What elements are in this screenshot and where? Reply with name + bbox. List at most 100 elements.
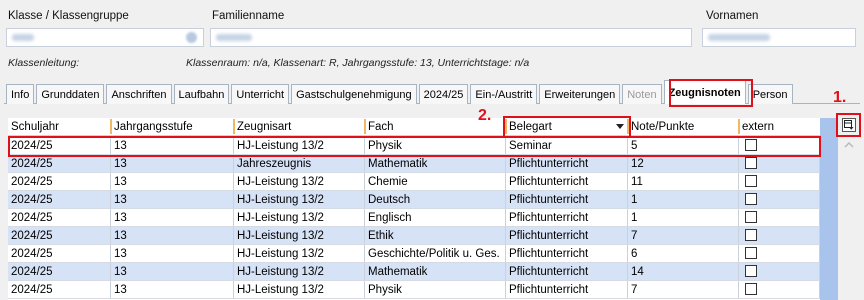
tab-laufbahn[interactable]: Laufbahn	[173, 84, 230, 104]
table-row[interactable]: 2024/25 13 Jahreszeugnis Mathematik Pflichtu…	[8, 155, 820, 173]
column-header-note-punkte[interactable]: Note/Punkte	[628, 118, 739, 135]
extern-checkbox[interactable]	[745, 157, 757, 169]
table-row[interactable]: 2024/25 13 HJ-Leistung 13/2 Deutsch Pflichtu…	[8, 191, 820, 209]
cell-belegart[interactable]: Pflichtunterricht	[506, 245, 628, 262]
cell-schuljahr[interactable]: 2024/25	[8, 263, 111, 280]
cell-fach[interactable]: Mathematik	[365, 155, 506, 172]
tab-2024-25[interactable]: 2024/25	[418, 84, 469, 104]
cell-jahrgangsstufe[interactable]: 13	[111, 281, 234, 298]
cell-schuljahr[interactable]: 2024/25	[8, 137, 111, 154]
cell-fach[interactable]: Ethik	[365, 227, 506, 244]
vornamen-field[interactable]	[702, 28, 856, 47]
table-row[interactable]: 2024/25 13 HJ-Leistung 13/2 Ethik Pflichtunt…	[8, 227, 820, 245]
cell-zeugnisart[interactable]: HJ-Leistung 13/2	[234, 263, 365, 280]
cell-fach[interactable]: Mathematik	[365, 263, 506, 280]
cell-zeugnisart[interactable]: HJ-Leistung 13/2	[234, 245, 365, 262]
tab-person[interactable]: Person	[747, 84, 793, 104]
column-separator[interactable]	[110, 119, 112, 134]
klasse-field[interactable]	[6, 28, 204, 47]
vertical-scrollbar[interactable]	[840, 135, 858, 300]
cell-belegart[interactable]: Pflichtunterricht	[506, 227, 628, 244]
cell-belegart[interactable]: Pflichtunterricht	[506, 263, 628, 280]
column-header-schuljahr[interactable]: Schuljahr	[8, 118, 111, 135]
cell-fach[interactable]: Physik	[365, 281, 506, 298]
cell-belegart[interactable]: Pflichtunterricht	[506, 173, 628, 190]
tab-unterricht[interactable]: Unterricht	[231, 84, 290, 104]
table-row[interactable]: 2024/25 13 HJ-Leistung 13/2 Englisch Pflicht…	[8, 209, 820, 227]
cell-note-punkte[interactable]: 5	[628, 137, 739, 154]
cell-jahrgangsstufe[interactable]: 13	[111, 263, 234, 280]
extern-checkbox[interactable]	[745, 211, 757, 223]
cell-zeugnisart[interactable]: HJ-Leistung 13/2	[234, 227, 365, 244]
column-chooser-button[interactable]	[842, 118, 856, 132]
cell-schuljahr[interactable]: 2024/25	[8, 245, 111, 262]
table-row[interactable]: 2024/25 13 HJ-Leistung 13/2 Geschichte/Poli…	[8, 245, 820, 263]
cell-note-punkte[interactable]: 12	[628, 155, 739, 172]
extern-checkbox[interactable]	[745, 175, 757, 187]
extern-checkbox[interactable]	[745, 247, 757, 259]
cell-fach[interactable]: Deutsch	[365, 191, 506, 208]
column-separator[interactable]	[233, 119, 235, 134]
cell-note-punkte[interactable]: 11	[628, 173, 739, 190]
cell-schuljahr[interactable]: 2024/25	[8, 191, 111, 208]
cell-jahrgangsstufe[interactable]: 13	[111, 173, 234, 190]
cell-fach[interactable]: Chemie	[365, 173, 506, 190]
cell-note-punkte[interactable]: 7	[628, 227, 739, 244]
cell-belegart[interactable]: Pflichtunterricht	[506, 281, 628, 298]
scroll-up-icon[interactable]	[840, 139, 858, 151]
cell-jahrgangsstufe[interactable]: 13	[111, 227, 234, 244]
extern-checkbox[interactable]	[745, 193, 757, 205]
cell-jahrgangsstufe[interactable]: 13	[111, 155, 234, 172]
cell-fach[interactable]: Geschichte/Politik u. Ges.	[365, 245, 506, 262]
cell-fach[interactable]: Englisch	[365, 209, 506, 226]
column-header-jahrgangsstufe[interactable]: Jahrgangsstufe	[111, 118, 234, 135]
column-header-extern[interactable]: extern	[739, 118, 820, 135]
cell-belegart[interactable]: Pflichtunterricht	[506, 191, 628, 208]
extern-checkbox[interactable]	[745, 265, 757, 277]
table-row[interactable]: 2024/25 13 HJ-Leistung 13/2 Physik Pflichtun…	[8, 281, 820, 299]
table-row[interactable]: 2024/25 13 HJ-Leistung 13/2 Chemie Pflichtun…	[8, 173, 820, 191]
cell-fach[interactable]: Physik	[365, 137, 506, 154]
cell-jahrgangsstufe[interactable]: 13	[111, 209, 234, 226]
cell-zeugnisart[interactable]: HJ-Leistung 13/2	[234, 209, 365, 226]
cell-zeugnisart[interactable]: HJ-Leistung 13/2	[234, 191, 365, 208]
cell-schuljahr[interactable]: 2024/25	[8, 281, 111, 298]
cell-jahrgangsstufe[interactable]: 13	[111, 191, 234, 208]
cell-note-punkte[interactable]: 1	[628, 191, 739, 208]
tab-anschriften[interactable]: Anschriften	[106, 84, 172, 104]
cell-schuljahr[interactable]: 2024/25	[8, 227, 111, 244]
cell-schuljahr[interactable]: 2024/25	[8, 209, 111, 226]
column-separator[interactable]	[505, 119, 507, 134]
cell-belegart[interactable]: Seminar	[506, 137, 628, 154]
cell-note-punkte[interactable]: 6	[628, 245, 739, 262]
cell-belegart[interactable]: Pflichtunterricht	[506, 209, 628, 226]
tab-erweiterungen[interactable]: Erweiterungen	[539, 84, 621, 104]
table-row[interactable]: 2024/25 13 HJ-Leistung 13/2 Mathematik Pflic…	[8, 263, 820, 281]
cell-zeugnisart[interactable]: HJ-Leistung 13/2	[234, 173, 365, 190]
cell-note-punkte[interactable]: 14	[628, 263, 739, 280]
cell-zeugnisart[interactable]: HJ-Leistung 13/2	[234, 137, 365, 154]
tab-gastschulgenehmigung[interactable]: Gastschulgenehmigung	[291, 84, 417, 104]
cell-zeugnisart[interactable]: Jahreszeugnis	[234, 155, 365, 172]
tab-zeugnisnoten[interactable]: Zeugnisnoten	[663, 80, 746, 104]
column-separator[interactable]	[738, 119, 740, 134]
cell-note-punkte[interactable]: 7	[628, 281, 739, 298]
cell-jahrgangsstufe[interactable]: 13	[111, 137, 234, 154]
tab-ein-austritt[interactable]: Ein-/Austritt	[470, 84, 538, 104]
extern-checkbox[interactable]	[745, 283, 757, 295]
cell-schuljahr[interactable]: 2024/25	[8, 173, 111, 190]
column-header-belegart[interactable]: Belegart	[506, 118, 628, 135]
column-separator[interactable]	[627, 119, 629, 134]
cell-jahrgangsstufe[interactable]: 13	[111, 245, 234, 262]
zeugnisnoten-grid[interactable]: Schuljahr Jahrgangsstufe Zeugnisart Fach Bel…	[8, 118, 820, 300]
column-header-zeugnisart[interactable]: Zeugnisart	[234, 118, 365, 135]
extern-checkbox[interactable]	[745, 229, 757, 241]
tab-info[interactable]: Info	[6, 84, 35, 104]
table-row[interactable]: 2024/25 13 HJ-Leistung 13/2 Physik Seminar 5	[8, 137, 820, 155]
column-separator[interactable]	[364, 119, 366, 134]
tab-grunddaten[interactable]: Grunddaten	[36, 84, 105, 104]
cell-belegart[interactable]: Pflichtunterricht	[506, 155, 628, 172]
cell-zeugnisart[interactable]: HJ-Leistung 13/2	[234, 281, 365, 298]
extern-checkbox[interactable]	[745, 139, 757, 151]
dropdown-arrow-icon[interactable]	[616, 124, 624, 129]
